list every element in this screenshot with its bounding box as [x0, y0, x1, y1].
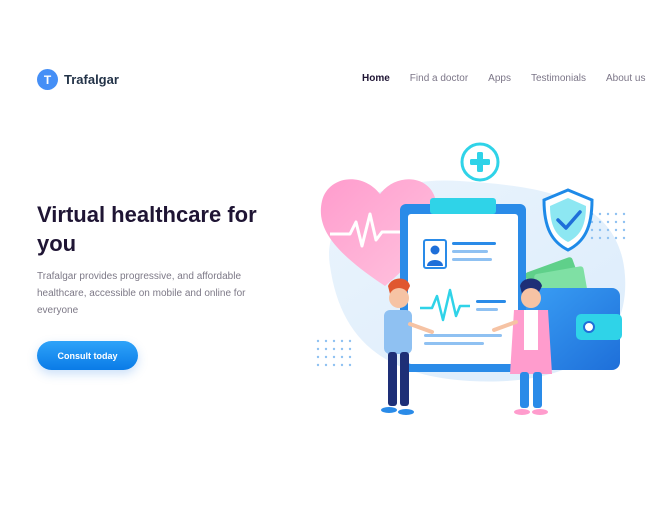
logo-mark: T — [37, 69, 58, 90]
brand-name: Trafalgar — [64, 72, 119, 87]
nav-home[interactable]: Home — [362, 73, 390, 84]
nav-find-a-doctor[interactable]: Find a doctor — [410, 73, 468, 84]
hero-description: Trafalgar provides progressive, and affo… — [37, 271, 246, 316]
clipboard-icon — [400, 198, 526, 372]
nav-testimonials[interactable]: Testimonials — [531, 73, 586, 84]
dot-pattern-left — [316, 339, 352, 367]
brand-logo[interactable]: T Trafalgar — [37, 69, 119, 90]
healthcare-illustration — [316, 142, 626, 415]
main-nav: Home Find a doctor Apps Testimonials Abo… — [362, 73, 645, 84]
nav-about-us[interactable]: About us — [606, 73, 645, 84]
nav-apps[interactable]: Apps — [488, 73, 511, 84]
hero-title: Virtual healthcare for you — [37, 202, 257, 256]
plus-icon — [460, 142, 500, 182]
consult-today-button[interactable]: Consult today — [37, 341, 138, 370]
